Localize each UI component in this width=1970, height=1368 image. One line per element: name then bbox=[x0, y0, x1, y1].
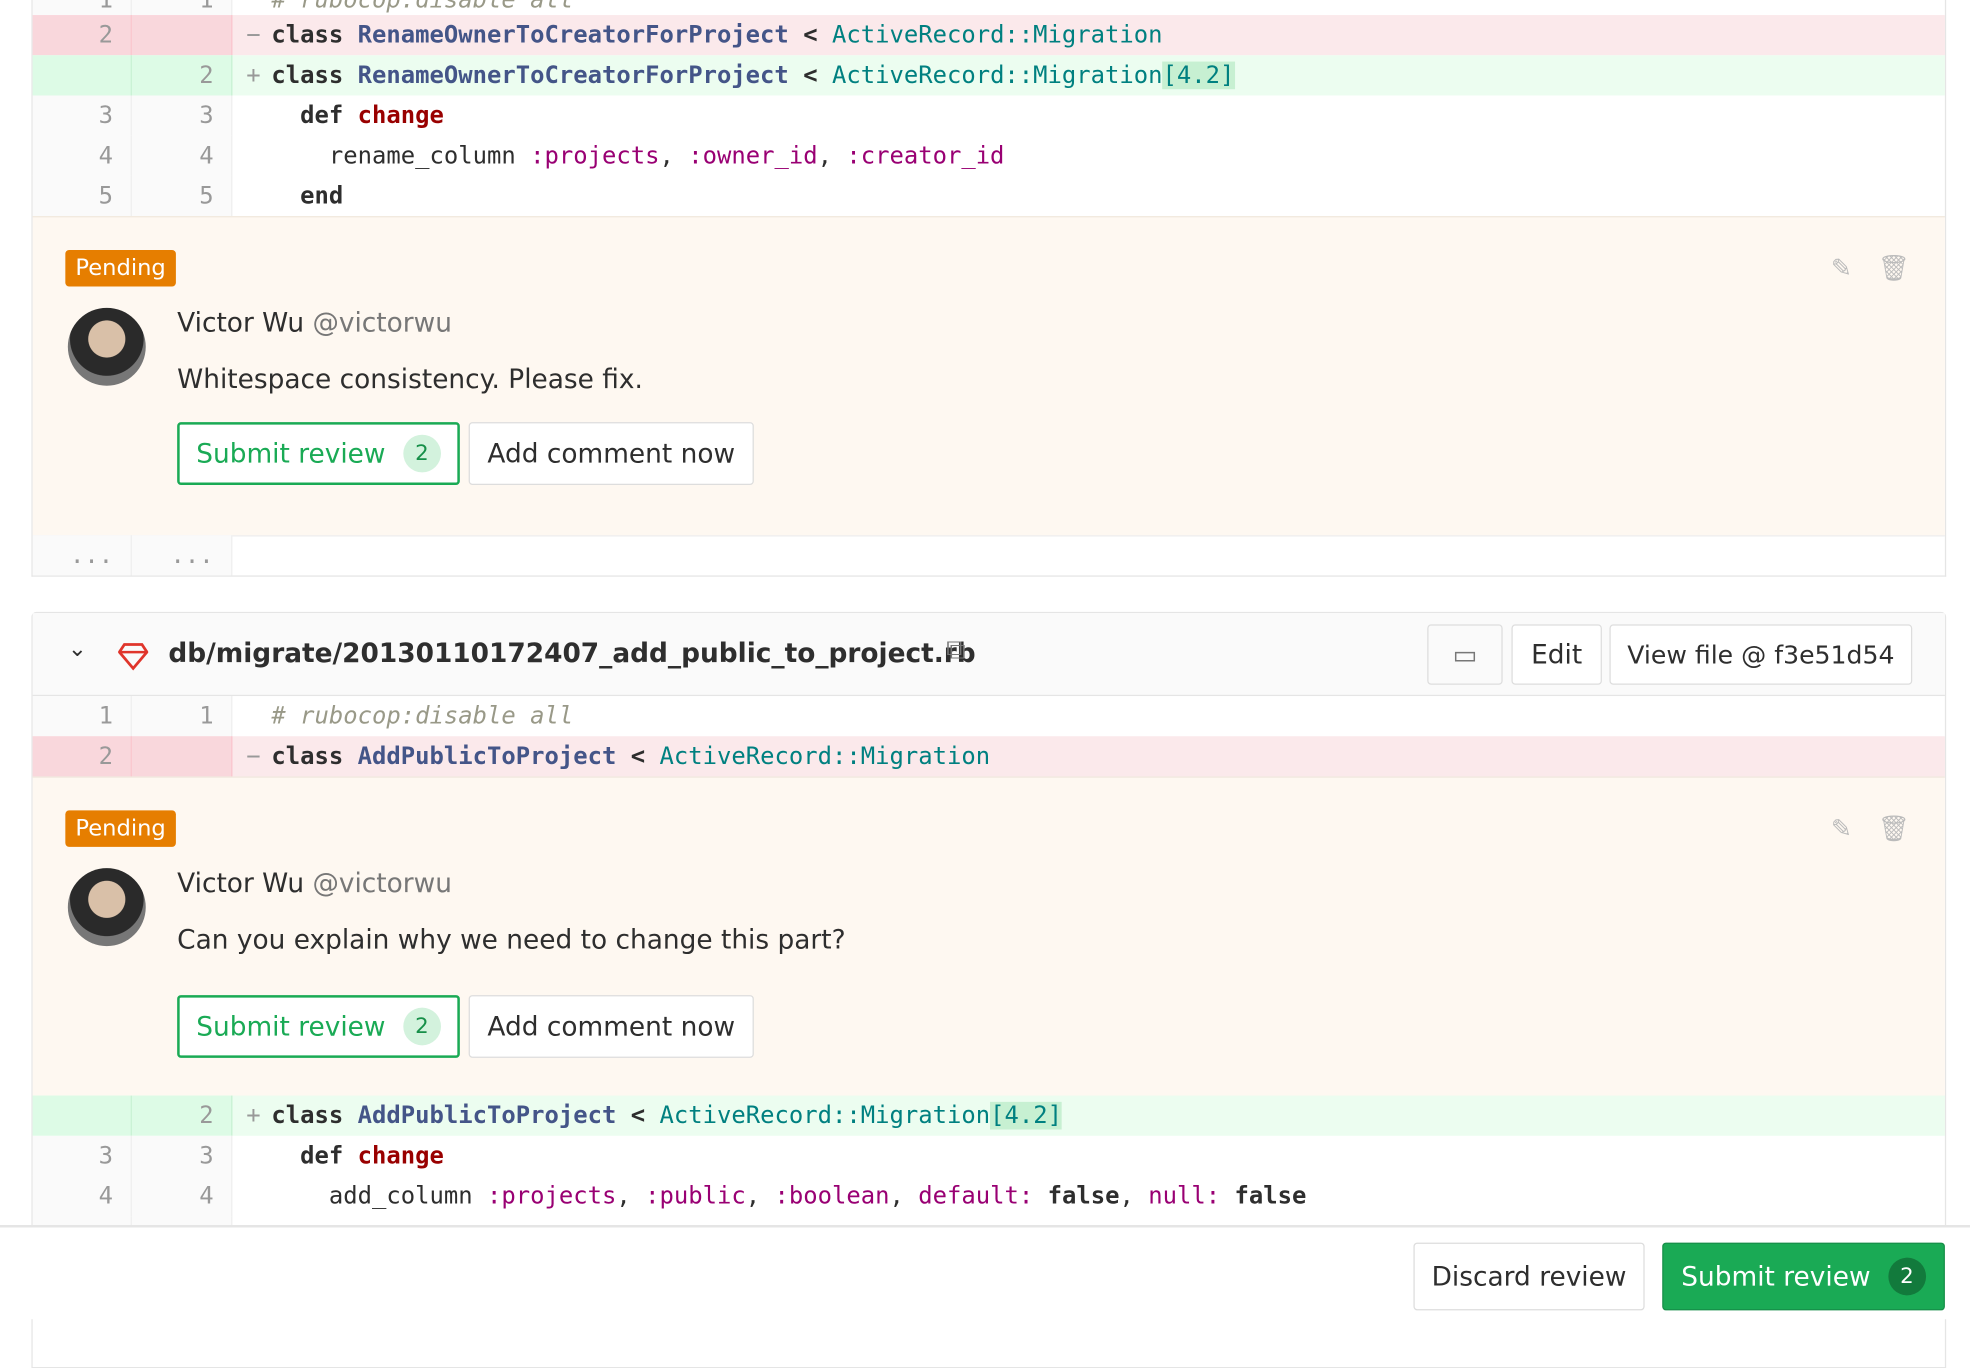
comment-toggle-button[interactable]: ▭ bbox=[1427, 624, 1503, 685]
trash-icon[interactable]: 🗑 bbox=[1878, 253, 1910, 283]
submit-review-button[interactable]: Submit review 2 bbox=[177, 422, 460, 485]
code-text: − class AddPublicToProject < ActiveRecord… bbox=[246, 742, 991, 771]
code-text: # rubocop:disable all bbox=[271, 702, 574, 730]
chevron-down-icon[interactable]: ⌄ bbox=[68, 636, 87, 662]
submit-review-button[interactable]: Submit review 2 bbox=[1662, 1242, 1945, 1311]
count-badge: 2 bbox=[403, 1007, 441, 1046]
old-line-number: 3 bbox=[32, 95, 132, 136]
diff-line: 33 def change bbox=[32, 95, 1945, 136]
new-line-number: 2 bbox=[131, 1095, 233, 1136]
old-line-number: 4 bbox=[32, 1175, 132, 1217]
diff-line: 55 end bbox=[32, 175, 1945, 217]
old-line-number: 4 bbox=[32, 135, 132, 176]
comment-author: Victor Wu @victorwu bbox=[177, 868, 452, 899]
add-comment-now-button[interactable]: Add comment now bbox=[468, 422, 754, 485]
diff-file-1: 1 1 # rubocop:disable all 2− class RenameOw… bbox=[31, 0, 1947, 577]
code-text: + class AddPublicToProject < ActiveRecord… bbox=[246, 1101, 1062, 1130]
pending-badge: Pending bbox=[65, 810, 176, 847]
new-line-number: 4 bbox=[131, 135, 233, 176]
draft-comment: Pending ✎ 🗑 Victor Wu @victorwu Can you … bbox=[32, 776, 1945, 1097]
old-line-number: 2 bbox=[32, 736, 132, 777]
submit-review-button[interactable]: Submit review 2 bbox=[177, 995, 460, 1058]
old-line-number: 5 bbox=[32, 175, 132, 217]
old-line-number bbox=[32, 1095, 132, 1136]
expand-down[interactable]: ... bbox=[131, 535, 233, 576]
comment-icon: ▭ bbox=[1452, 639, 1478, 670]
comment-text: Whitespace consistency. Please fix. bbox=[177, 364, 643, 395]
code-text: + class RenameOwnerToCreatorForProject < … bbox=[246, 61, 1235, 90]
view-file-button[interactable]: View file @ f3e51d54 bbox=[1609, 624, 1913, 685]
copy-icon[interactable]: ⧉ bbox=[946, 634, 966, 665]
new-line-number bbox=[131, 736, 233, 777]
diff-line-added: 2 + class AddPublicToProject < ActiveRecor… bbox=[32, 1095, 1945, 1136]
code-text: rename_column :projects, :owner_id, :cre… bbox=[328, 141, 1005, 170]
draft-comment: Pending ✎ 🗑 Victor Wu @victorwu Whitespa… bbox=[32, 216, 1945, 537]
diff-line: 44 rename_column :projects, :owner_id, :… bbox=[32, 135, 1945, 176]
old-line-number: 1 bbox=[32, 696, 132, 737]
new-line-number: 5 bbox=[131, 175, 233, 217]
new-line-number: 4 bbox=[131, 1175, 233, 1217]
code-text: def change bbox=[300, 1142, 444, 1170]
diff-line: 33 def change bbox=[32, 1135, 1945, 1176]
diff-line-removed: 2 − class AddPublicToProject < ActiveRecor… bbox=[32, 736, 1945, 777]
file-header: ⌄ db/migrate/20130110172407_add_public_t… bbox=[32, 613, 1945, 697]
code-text: end bbox=[300, 182, 344, 210]
new-line-number: 3 bbox=[131, 1135, 233, 1176]
edit-button[interactable]: Edit bbox=[1511, 624, 1602, 685]
pencil-icon[interactable]: ✎ bbox=[1831, 813, 1852, 843]
diff-line: 1 1 # rubocop:disable all bbox=[32, 696, 1945, 737]
code-text: − class RenameOwnerToCreatorForProject < … bbox=[246, 21, 1163, 49]
diff-line-added: 2 + class RenameOwnerToCreatorForProject <… bbox=[32, 55, 1945, 96]
diff-line-removed: 2 − class RenameOwnerToCreatorForProject <… bbox=[32, 15, 1945, 56]
comment-text: Can you explain why we need to change th… bbox=[177, 924, 846, 955]
code-text: add_column :projects, :public, :boolean,… bbox=[328, 1182, 1307, 1210]
trash-icon[interactable]: 🗑 bbox=[1878, 813, 1910, 843]
expand-up[interactable]: ... bbox=[32, 535, 132, 576]
new-line-number: 2 bbox=[131, 55, 233, 96]
expand-lines[interactable]: ...... bbox=[32, 535, 1945, 576]
pending-badge: Pending bbox=[65, 250, 176, 287]
avatar bbox=[67, 868, 146, 947]
file-path: db/migrate/20130110172407_add_public_to_… bbox=[168, 638, 976, 669]
pencil-icon[interactable]: ✎ bbox=[1831, 253, 1852, 283]
comment-author: Victor Wu @victorwu bbox=[177, 307, 452, 338]
ruby-gem-icon bbox=[118, 643, 149, 671]
new-line-number: 3 bbox=[131, 95, 233, 136]
count-badge: 2 bbox=[1888, 1257, 1926, 1296]
new-line-number bbox=[131, 15, 233, 56]
old-line-number bbox=[32, 55, 132, 96]
add-comment-now-button[interactable]: Add comment now bbox=[468, 995, 754, 1058]
old-line-number: 2 bbox=[32, 15, 132, 56]
review-bar: Discard review Submit review 2 bbox=[0, 1224, 1970, 1320]
count-badge: 2 bbox=[403, 434, 441, 473]
old-line-number: 3 bbox=[32, 1135, 132, 1176]
avatar bbox=[67, 307, 146, 386]
discard-review-button[interactable]: Discard review bbox=[1413, 1242, 1645, 1311]
code-text: def change bbox=[300, 101, 444, 130]
new-line-number: 1 bbox=[131, 696, 233, 737]
diff-line: 44 add_column :projects, :public, :boole… bbox=[32, 1175, 1945, 1217]
